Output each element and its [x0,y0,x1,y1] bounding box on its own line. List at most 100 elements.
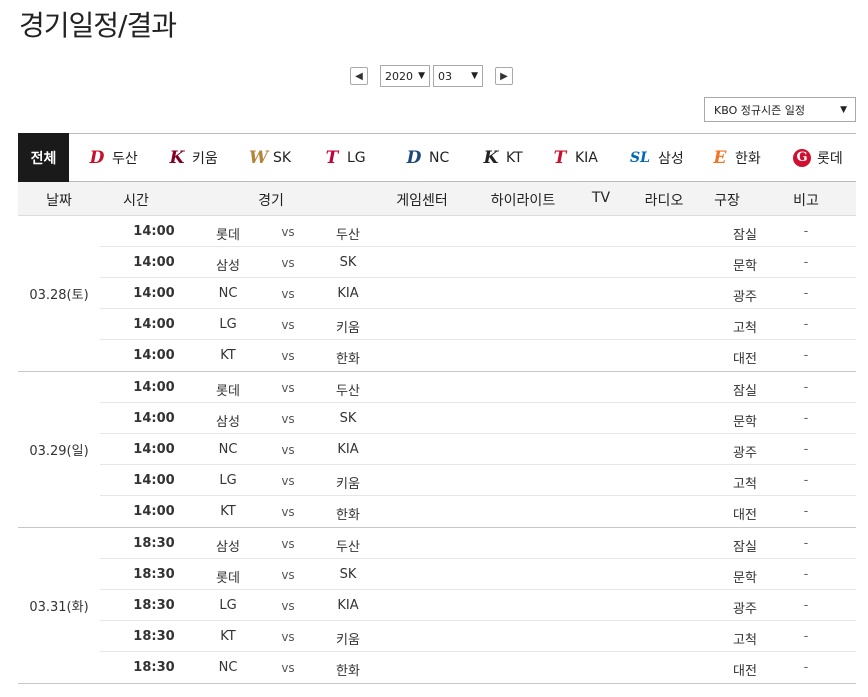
vs-label: vs [281,661,295,675]
date-cell: 03.29(일) [29,444,89,459]
away-team: NC [218,442,238,457]
game-time: 14:00 [133,348,175,363]
vs-label: vs [281,412,295,426]
team-name: 키움 [192,150,218,167]
away-team: LG [219,598,237,613]
tab-team-1[interactable]: K 키움 [168,134,218,181]
header-gamecenter: 게임센터 [396,193,448,209]
vs-label: vs [281,381,295,395]
vs-label: vs [281,443,295,457]
table-row: 18:30 삼성 vs 두산 잠실 - [100,528,856,559]
table-row: 14:00 NC vs KIA 광주 - [100,278,856,309]
tab-team-9[interactable]: G 롯데 [793,134,843,181]
note-value: - [803,224,809,239]
tab-team-2[interactable]: W SK [249,134,291,181]
team-filter-bar: 전체 D 두산 K 키움 W SK T LG D NC K KT T KIA SL 삼성 E 한화 G 롯데 [18,133,856,182]
year-select[interactable]: 2020 ▼ [380,65,430,87]
game-time: 18:30 [133,536,175,551]
game-time: 14:00 [133,286,175,301]
note-value: - [803,660,809,675]
note-value: - [803,348,809,363]
note-value: - [803,567,809,582]
stadium-name: 잠실 [733,540,757,555]
chevron-left-icon: ◀ [355,70,363,82]
team-logo-icon: SL [630,149,650,166]
vs-label: vs [281,349,295,363]
vs-label: vs [281,599,295,613]
away-team: KT [220,504,236,519]
table-row: 14:00 LG vs 키움 고척 - [100,465,856,496]
team-logo-icon: D [406,147,422,168]
team-logo-icon: G [793,148,811,167]
header-radio: 라디오 [644,193,684,209]
away-team: LG [219,473,237,488]
vs-label: vs [281,225,295,239]
prev-month-button[interactable]: ◀ [350,67,368,85]
stadium-name: 문학 [733,259,757,274]
home-team: SK [339,567,357,582]
vs-label: vs [281,474,295,488]
tab-team-0[interactable]: D 두산 [88,134,138,181]
tab-team-4[interactable]: D NC [405,134,450,181]
tab-team-5[interactable]: K KT [482,134,523,181]
table-row: 18:30 LG vs KIA 광주 - [100,590,856,621]
season-value: KBO 정규시즌 일정 [714,103,805,117]
month-select[interactable]: 03 ▼ [433,65,483,87]
home-team: KIA [337,442,359,457]
game-time: 14:00 [133,317,175,332]
tab-all-teams[interactable]: 전체 [18,133,69,182]
day-group: 03.31(화) 18:30 삼성 vs 두산 잠실 -18:30 롯데 vs SK 문학 -18:3… [18,528,856,684]
tab-team-8[interactable]: E 한화 [711,134,761,181]
team-name: SK [273,149,292,166]
team-logo-icon: T [553,147,567,168]
note-value: - [803,598,809,613]
home-team: 한화 [336,352,360,367]
date-cell: 03.31(화) [29,600,89,615]
header-tv: TV [591,190,611,206]
game-time: 18:30 [133,598,175,613]
next-month-button[interactable]: ▶ [495,67,513,85]
note-value: - [803,442,809,457]
team-logo-icon: K [483,147,499,168]
header-time: 시간 [123,193,149,209]
stadium-name: 광주 [733,290,757,305]
schedule-table-body: 03.28(토) 14:00 롯데 vs 두산 잠실 -14:00 삼성 vs SK 문학 -14:0… [18,216,856,684]
vs-label: vs [281,287,295,301]
team-logo-icon: E [713,147,727,168]
team-name: 삼성 [658,150,684,167]
stadium-name: 문학 [733,571,757,586]
dropdown-caret-icon: ▼ [471,71,478,81]
away-team: NC [218,660,238,675]
away-team: KT [220,348,236,363]
table-row: 14:00 LG vs 키움 고척 - [100,309,856,340]
header-highlight: 하이라이트 [490,193,556,209]
tab-team-3[interactable]: T LG [323,134,366,181]
dropdown-caret-icon: ▼ [840,104,847,115]
game-time: 14:00 [133,224,175,239]
vs-label: vs [281,568,295,582]
home-team: 두산 [336,540,360,555]
stadium-name: 광주 [733,446,757,461]
tab-team-7[interactable]: SL 삼성 [628,134,684,181]
date-cell: 03.28(토) [29,288,89,303]
stadium-name: 고척 [733,321,757,336]
game-time: 14:00 [133,411,175,426]
table-row: 18:30 NC vs 한화 대전 - [100,652,856,683]
home-team: 키움 [336,321,360,336]
team-logo-icon: W [249,147,269,168]
day-group: 03.28(토) 14:00 롯데 vs 두산 잠실 -14:00 삼성 vs SK 문학 -14:0… [18,216,856,372]
home-team: KIA [337,286,359,301]
note-value: - [803,411,809,426]
stadium-name: 잠실 [733,228,757,243]
month-value: 03 [438,69,452,83]
home-team: 키움 [336,633,360,648]
team-name: NC [429,149,450,166]
table-row: 14:00 삼성 vs SK 문학 - [100,403,856,434]
season-select[interactable]: KBO 정규시즌 일정 ▼ [704,97,856,122]
note-value: - [803,255,809,270]
vs-label: vs [281,537,295,551]
tab-team-6[interactable]: T KIA [551,134,598,181]
stadium-name: 대전 [733,508,757,523]
away-team: 롯데 [216,228,240,243]
day-group: 03.29(일) 14:00 롯데 vs 두산 잠실 -14:00 삼성 vs SK 문학 -14:0… [18,372,856,528]
